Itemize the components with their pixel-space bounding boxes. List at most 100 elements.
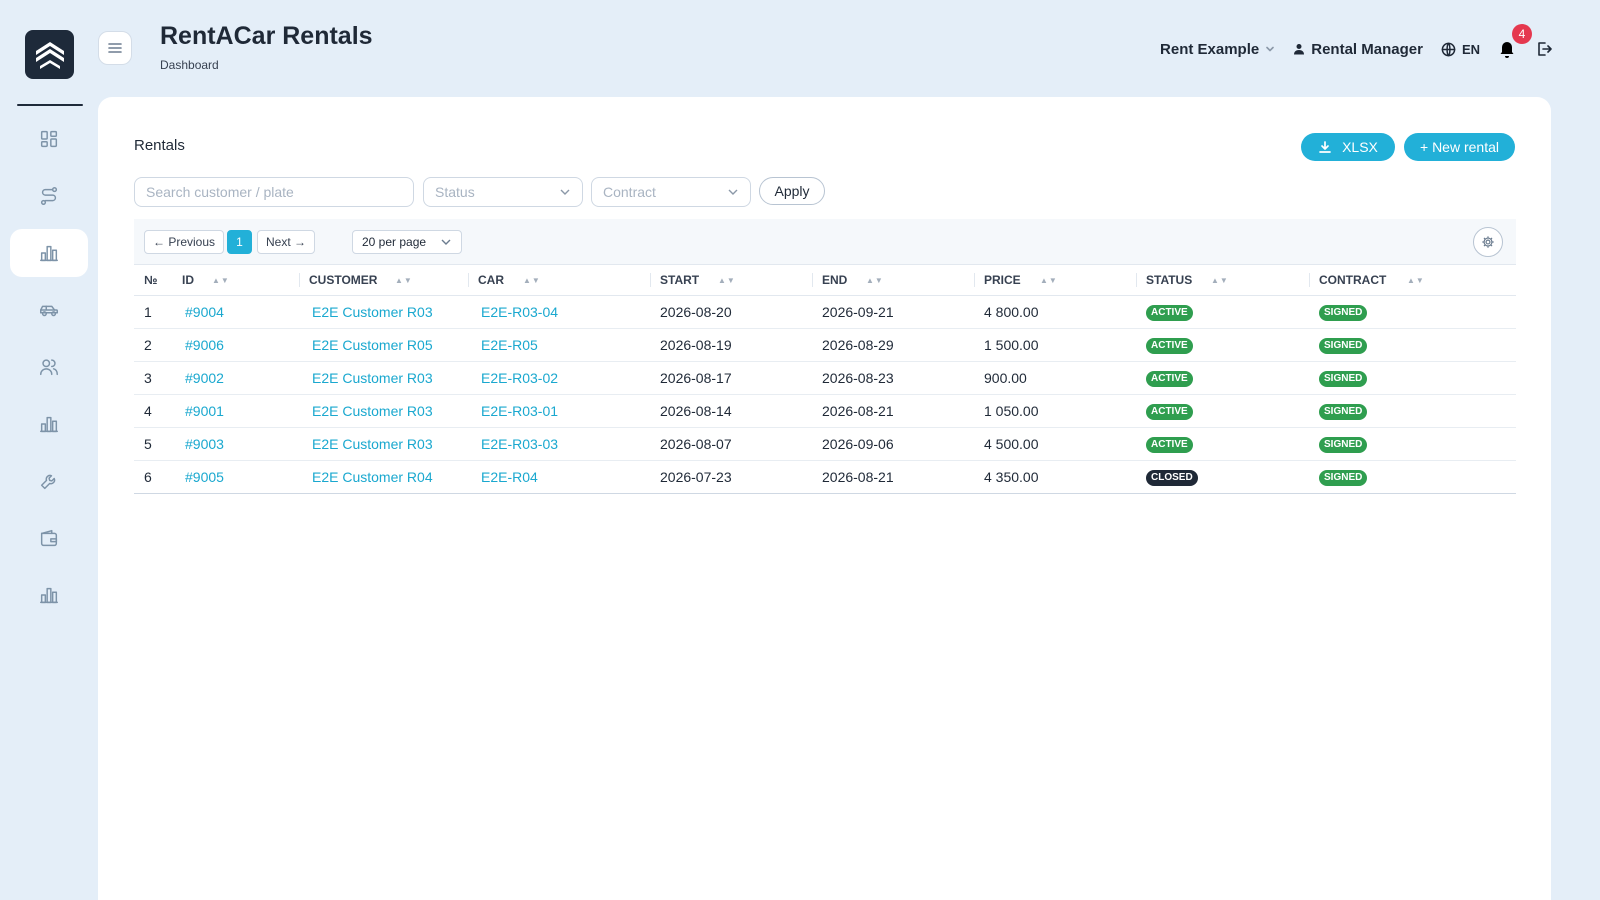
logo-chevrons-icon [35,41,64,69]
column-header-number: № [134,265,172,296]
sidebar-item-routes[interactable] [10,172,88,220]
rental-id-link[interactable]: #9006 [185,337,224,353]
table-settings-button[interactable] [1473,227,1503,257]
apply-button[interactable]: Apply [759,177,825,205]
car-link[interactable]: E2E-R04 [481,469,538,485]
sidebar-item-analytics[interactable] [10,400,88,448]
bell-icon [1500,42,1514,58]
car-cell: E2E-R03-03 [468,427,650,461]
status-select-placeholder: Status [435,184,475,200]
customer-link[interactable]: E2E Customer R03 [312,403,433,419]
column-header-price[interactable]: PRICE ▲▼ [974,265,1136,296]
rental-id-cell: #9004 [172,295,299,329]
column-header-end[interactable]: END ▲▼ [812,265,974,296]
car-link[interactable]: E2E-R05 [481,337,538,353]
chevron-down-icon [560,189,570,195]
column-header-customer[interactable]: CUSTOMER ▲▼ [299,265,468,296]
language-selector[interactable]: EN [1441,42,1480,57]
sidebar-item-reports[interactable] [10,229,88,277]
notifications-button[interactable]: 4 [1498,24,1532,60]
status-cell: ACTIVE [1136,394,1309,428]
column-header-id[interactable]: ID ▲▼ [172,265,299,296]
sort-icon[interactable]: ▲▼ [395,276,413,285]
contract-cell: SIGNED [1309,328,1516,362]
logout-button[interactable] [1536,41,1552,57]
download-icon [1319,141,1331,153]
column-header-contract[interactable]: CONTRACT ▲▼ [1309,265,1516,296]
rental-id-cell: #9001 [172,394,299,428]
customer-link[interactable]: E2E Customer R04 [312,469,433,485]
per-page-select[interactable]: 20 per page [352,230,462,254]
sort-icon[interactable]: ▲▼ [1211,276,1229,285]
customer-cell: E2E Customer R04 [299,460,468,494]
company-selector[interactable]: Rent Example [1160,41,1275,58]
status-select[interactable]: Status [423,177,583,207]
sort-icon[interactable]: ▲▼ [866,276,884,285]
table-row: 4 #9001 E2E Customer R03 E2E-R03-01 2026-08-… [134,394,1516,428]
customer-link[interactable]: E2E Customer R05 [312,337,433,353]
rental-id-link[interactable]: #9002 [185,370,224,386]
car-link[interactable]: E2E-R03-04 [481,304,558,320]
company-name: Rent Example [1160,40,1260,58]
hamburger-icon [108,43,122,53]
car-link[interactable]: E2E-R03-02 [481,370,558,386]
customer-link[interactable]: E2E Customer R03 [312,370,433,386]
column-header-status[interactable]: STATUS ▲▼ [1136,265,1309,296]
sort-icon[interactable]: ▲▼ [212,276,230,285]
sidebar-item-cars[interactable] [10,286,88,334]
start-date-cell: 2026-08-14 [650,394,812,428]
end-date-cell: 2026-08-21 [812,394,974,428]
customer-link[interactable]: E2E Customer R03 [312,436,433,452]
app-logo[interactable] [25,30,74,79]
rental-id-link[interactable]: #9004 [185,304,224,320]
sidebar-item-service[interactable] [10,457,88,505]
sort-icon[interactable]: ▲▼ [523,276,541,285]
car-cell: E2E-R03-01 [468,394,650,428]
status-badge: ACTIVE [1146,338,1193,354]
breadcrumb[interactable]: Dashboard [160,58,219,72]
page-number-button[interactable]: 1 [227,230,252,254]
contract-badge: SIGNED [1319,404,1368,420]
customer-cell: E2E Customer R03 [299,361,468,395]
row-number-cell: 5 [134,427,172,461]
customer-link[interactable]: E2E Customer R03 [312,304,433,320]
menu-toggle-button[interactable] [98,31,132,65]
sidebar-item-dashboard[interactable] [10,115,88,163]
column-header-car[interactable]: CAR ▲▼ [468,265,650,296]
rentals-table: № ID ▲▼ CUSTOMER ▲▼ CAR ▲▼ START ▲▼ END ▲▼ PR… [134,265,1516,494]
status-badge: ACTIVE [1146,305,1193,321]
users-icon [40,359,58,376]
end-date-cell: 2026-09-06 [812,427,974,461]
customer-cell: E2E Customer R05 [299,328,468,362]
logout-icon [1538,42,1552,56]
price-cell: 4 800.00 [974,295,1136,329]
sidebar-item-payments[interactable] [10,514,88,562]
new-rental-button[interactable]: + New rental [1404,133,1515,161]
sort-icon[interactable]: ▲▼ [1407,276,1425,285]
chevron-down-icon [728,189,738,195]
user-menu[interactable]: Rental Manager [1293,41,1423,58]
rental-id-cell: #9003 [172,427,299,461]
next-page-button[interactable]: Next → [257,230,315,254]
contract-select[interactable]: Contract [591,177,751,207]
sidebar-item-customers[interactable] [10,343,88,391]
column-header-start[interactable]: START ▲▼ [650,265,812,296]
rental-id-link[interactable]: #9001 [185,403,224,419]
sort-icon[interactable]: ▲▼ [718,276,736,285]
status-badge: CLOSED [1146,470,1198,486]
contract-badge: SIGNED [1319,371,1368,387]
end-date-cell: 2026-08-23 [812,361,974,395]
row-number-cell: 6 [134,460,172,494]
globe-icon [1441,42,1456,56]
sidebar-item-statistics[interactable] [10,571,88,619]
export-xlsx-button[interactable]: XLSX [1301,133,1395,161]
previous-page-button[interactable]: ← Previous [144,230,224,254]
car-link[interactable]: E2E-R03-03 [481,436,558,452]
rental-id-cell: #9006 [172,328,299,362]
rental-id-link[interactable]: #9003 [185,436,224,452]
car-link[interactable]: E2E-R03-01 [481,403,558,419]
table-row: 5 #9003 E2E Customer R03 E2E-R03-03 2026-08-… [134,427,1516,461]
sort-icon[interactable]: ▲▼ [1040,276,1058,285]
search-input[interactable] [134,177,414,207]
rental-id-link[interactable]: #9005 [185,469,224,485]
